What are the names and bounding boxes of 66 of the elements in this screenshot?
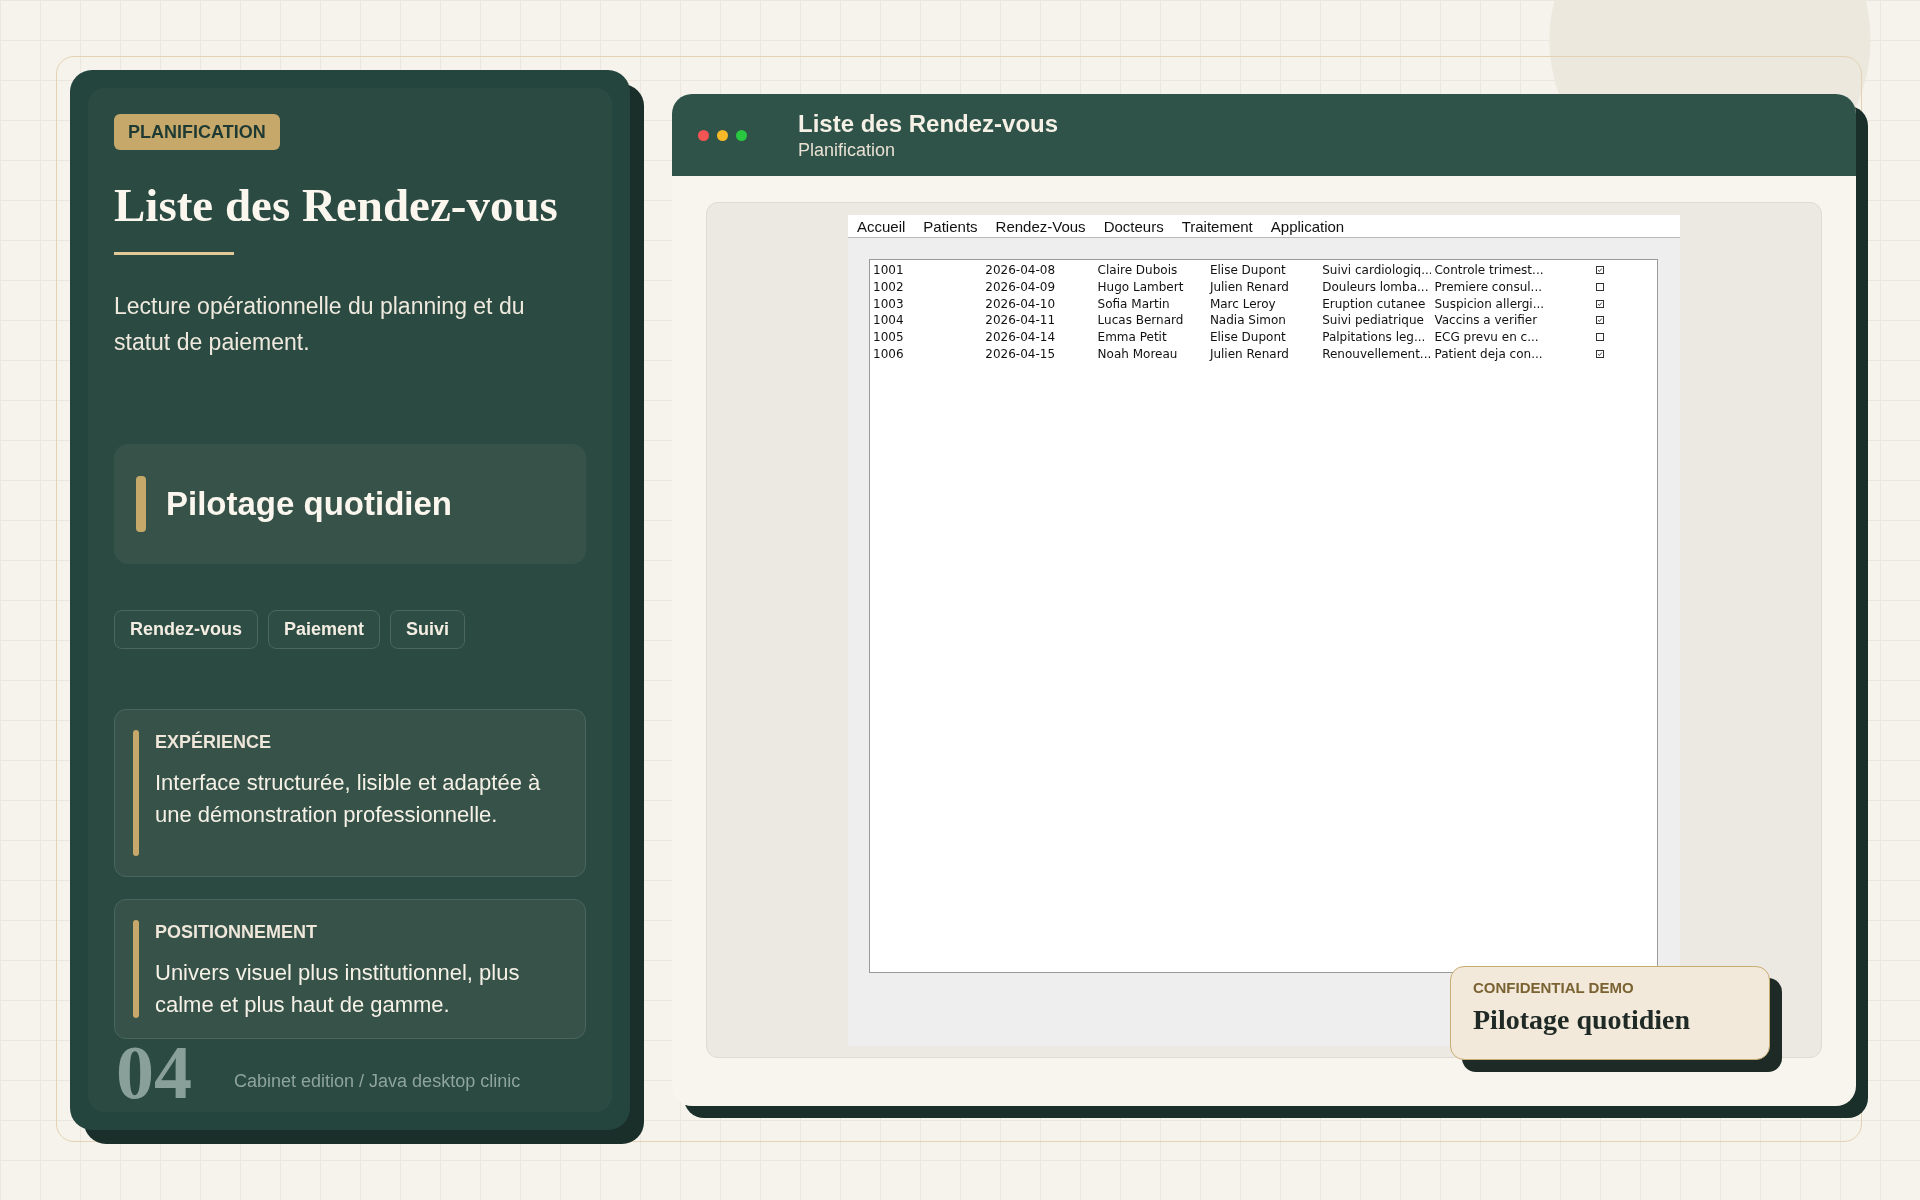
table-cell-text: Julien Renard xyxy=(1208,280,1290,295)
table-cell-text: 1002 xyxy=(872,280,905,295)
table-cell-text: Suivi pediatrique xyxy=(1321,313,1425,328)
note-text: Interface structurée, lisible et adaptée à une démonstration professionnelle. xyxy=(155,769,542,829)
table-cell-text: Eruption cutanee xyxy=(1321,296,1427,311)
demo-title: Pilotage quotidien xyxy=(1473,1004,1691,1036)
table-cell-text: Claire Dubois xyxy=(1096,263,1179,278)
table-cell-text: Noah Moreau xyxy=(1096,346,1179,361)
table-cell-text: Controle trimest... xyxy=(1433,263,1544,278)
menu-item[interactable]: Rendez-Vous xyxy=(995,217,1086,235)
table-cell-text: 1004 xyxy=(872,313,905,328)
menu-item[interactable]: Patients xyxy=(923,217,978,235)
menu-item[interactable]: Accueil xyxy=(857,217,906,235)
table-cell-text: Patient deja con... xyxy=(1433,346,1544,361)
table-cell-text: 2026-04-10 xyxy=(984,296,1057,311)
page-title: Liste des Rendez-vous xyxy=(114,178,559,232)
paid-checkbox[interactable] xyxy=(1595,283,1604,292)
note-text: Univers visuel plus institutionnel, plus calme et plus haut de gamme. xyxy=(155,959,521,1019)
table-cell-text: 1005 xyxy=(872,330,905,345)
table-cell-text: Hugo Lambert xyxy=(1096,280,1185,295)
table-cell-text: Suivi cardiologiq... xyxy=(1321,263,1432,278)
table-cell-text: 2026-04-14 xyxy=(984,330,1057,345)
table-cell-text: Nadia Simon xyxy=(1208,313,1287,328)
table-cell-text: Douleurs lomba... xyxy=(1321,280,1430,295)
paid-checkbox[interactable] xyxy=(1595,333,1604,342)
menu-item[interactable]: Docteurs xyxy=(1103,217,1164,235)
caption-text: Cabinet edition / Java desktop clinic xyxy=(234,1071,521,1092)
menu-item[interactable]: Application xyxy=(1270,217,1345,235)
table-cell-text: Vaccins a verifier xyxy=(1433,313,1539,328)
note-heading: EXPÉRIENCE xyxy=(155,732,273,753)
table-cell-text: 1003 xyxy=(872,296,905,311)
table-cell-text: 1006 xyxy=(872,346,905,361)
table-cell-text: Julien Renard xyxy=(1208,346,1290,361)
table-cell-text: Marc Leroy xyxy=(1208,296,1277,311)
tag-chip: Paiement xyxy=(268,610,381,649)
page-number: 04 xyxy=(116,1040,192,1104)
category-badge: PLANIFICATION xyxy=(114,114,280,150)
paid-checkbox[interactable] xyxy=(1595,349,1604,358)
menu-item[interactable]: Traitement xyxy=(1181,217,1253,235)
table-cell-text: Palpitations leg... xyxy=(1321,330,1427,345)
window-title: Liste des Rendez-vous xyxy=(798,109,1059,138)
table-cell-text: Emma Petit xyxy=(1096,330,1168,345)
demo-label: CONFIDENTIAL DEMO xyxy=(1473,979,1635,996)
table-cell-text: 2026-04-08 xyxy=(984,263,1057,278)
table-cell-text: Premiere consul... xyxy=(1433,280,1543,295)
table-cell-text: 2026-04-09 xyxy=(984,280,1057,295)
table-cell-text: Suspicion allergi... xyxy=(1433,296,1544,311)
table-cell-text: Sofia Martin xyxy=(1096,296,1171,311)
tag-chip: Rendez-vous xyxy=(114,610,259,649)
table-cell-text: Lucas Bernard xyxy=(1096,313,1185,328)
paid-checkbox[interactable] xyxy=(1595,299,1604,308)
accent-bar xyxy=(136,476,146,532)
table-cell-text: 2026-04-15 xyxy=(984,346,1057,361)
tag-chip: Suivi xyxy=(390,610,466,649)
table-cell-text: 1001 xyxy=(872,263,905,278)
table-cell-text: Elise Dupont xyxy=(1208,263,1287,278)
description-text: Lecture opérationnelle du planning et du statut de paiement. xyxy=(114,292,526,357)
table-cell-text: Elise Dupont xyxy=(1208,330,1287,345)
table-cell-text: ECG prevu en c... xyxy=(1433,330,1540,345)
paid-checkbox[interactable] xyxy=(1595,316,1604,325)
window-subtitle: Planification xyxy=(798,139,897,161)
note-heading: POSITIONNEMENT xyxy=(155,922,318,943)
highlight-title: Pilotage quotidien xyxy=(166,485,452,523)
paid-checkbox[interactable] xyxy=(1595,266,1604,275)
table-cell-text: 2026-04-11 xyxy=(984,313,1057,328)
table-cell-text: Renouvellement... xyxy=(1321,346,1432,361)
